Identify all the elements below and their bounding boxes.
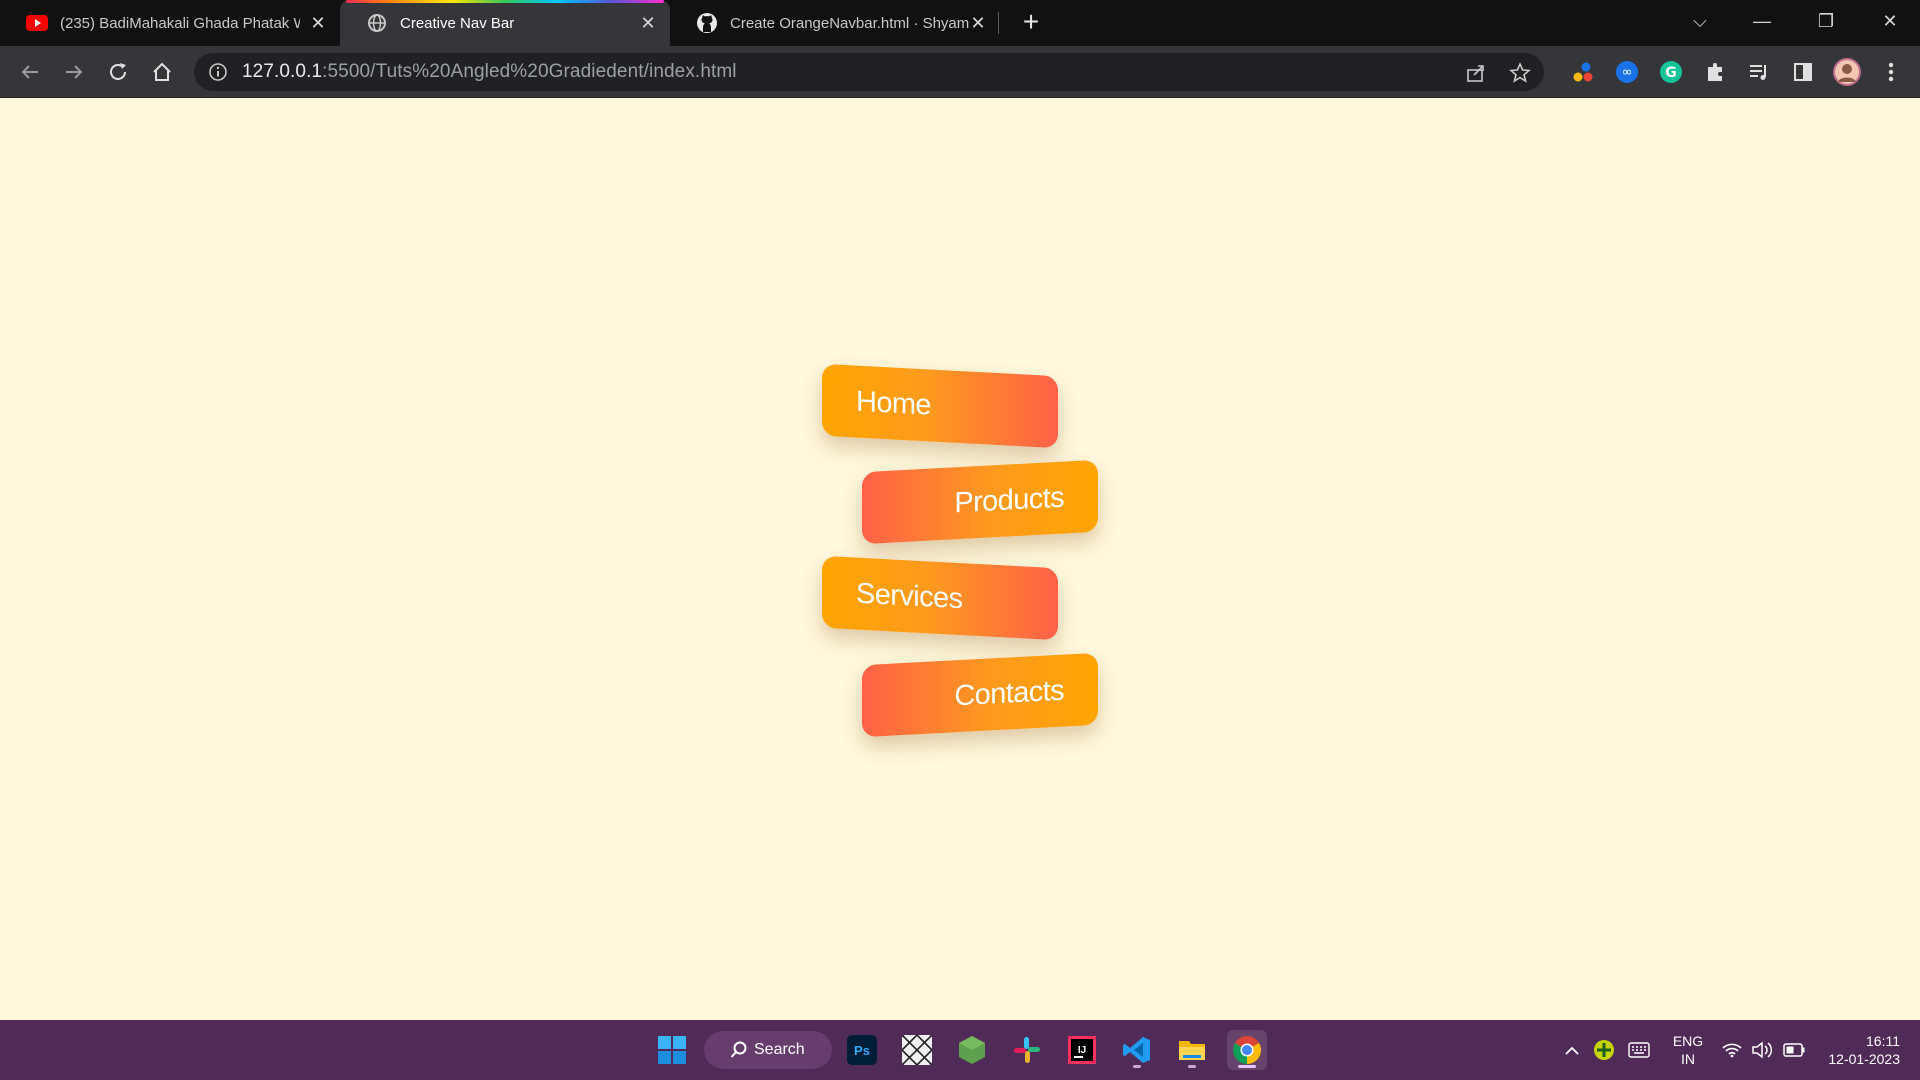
- wifi-icon[interactable]: [1718, 1030, 1746, 1070]
- url-host: 127.0.0.1: [242, 61, 323, 82]
- share-icon[interactable]: [1464, 61, 1488, 85]
- close-tab-icon[interactable]: ✕: [968, 13, 988, 33]
- forward-arrow-icon[interactable]: [60, 58, 88, 86]
- region-code: IN: [1681, 1051, 1695, 1067]
- menu-kebab-icon[interactable]: [1876, 57, 1906, 87]
- url-path: :5500/Tuts%20Angled%20Gradiedent/index.h…: [322, 61, 737, 82]
- show-hidden-icons-chevron-icon[interactable]: [1560, 1030, 1584, 1070]
- browser-titlebar: (235) BadiMahakali Ghada Phatak W ✕ Crea…: [0, 0, 1920, 46]
- url-text: 127.0.0.1:5500/Tuts%20Angled%20Gradieden…: [242, 61, 737, 83]
- profile-avatar[interactable]: [1832, 57, 1862, 87]
- browser-toolbar: 127.0.0.1:5500/Tuts%20Angled%20Gradieden…: [0, 46, 1920, 98]
- input-language[interactable]: ENG IN: [1668, 1032, 1708, 1068]
- minimize-icon[interactable]: —: [1742, 8, 1782, 34]
- page-content: Home Products Services Contacts: [0, 98, 1920, 1020]
- chrome-icon[interactable]: [1227, 1030, 1267, 1070]
- extension-infinity-icon[interactable]: ∞: [1612, 57, 1642, 87]
- tab-youtube[interactable]: (235) BadiMahakali Ghada Phatak W ✕: [0, 0, 340, 46]
- nav-contacts-button[interactable]: Contacts: [862, 652, 1098, 738]
- nav-services-button[interactable]: Services: [822, 555, 1058, 641]
- new-tab-button[interactable]: +: [1016, 8, 1046, 38]
- nav-products-button[interactable]: Products: [862, 459, 1098, 545]
- slack-icon[interactable]: [1007, 1030, 1047, 1070]
- clock-time: 16:11: [1866, 1033, 1900, 1049]
- tab-separator: [998, 12, 999, 34]
- close-tab-icon[interactable]: ✕: [308, 13, 328, 33]
- battery-icon[interactable]: [1780, 1030, 1808, 1070]
- search-label: Search: [754, 1041, 805, 1058]
- tab-title: Creative Nav Bar: [400, 14, 515, 32]
- globe-icon: [366, 12, 388, 34]
- side-panel-icon[interactable]: [1788, 57, 1818, 87]
- media-queue-icon[interactable]: [1744, 57, 1774, 87]
- grammarly-icon[interactable]: G: [1656, 57, 1686, 87]
- language-code: ENG: [1672, 1033, 1704, 1049]
- file-explorer-icon[interactable]: [1172, 1030, 1212, 1070]
- close-window-icon[interactable]: ✕: [1870, 8, 1910, 34]
- nodejs-icon[interactable]: [952, 1030, 992, 1070]
- tab-github[interactable]: Create OrangeNavbar.html · Shyam ✕: [670, 0, 1000, 46]
- app-pattern-icon[interactable]: [897, 1030, 937, 1070]
- tab-creative-nav-bar[interactable]: Creative Nav Bar ✕: [340, 0, 670, 46]
- svg-text:IJ: IJ: [1078, 1045, 1086, 1056]
- search-icon: [730, 1041, 748, 1064]
- home-icon[interactable]: [148, 58, 176, 86]
- youtube-icon: [26, 12, 48, 34]
- bookmark-star-icon[interactable]: [1508, 61, 1532, 85]
- running-indicator: [1133, 1065, 1141, 1068]
- keyboard-icon[interactable]: [1622, 1030, 1656, 1070]
- github-icon: [696, 12, 718, 34]
- volume-icon[interactable]: [1748, 1030, 1776, 1070]
- extensions-puzzle-icon[interactable]: [1700, 57, 1730, 87]
- nav-home-button[interactable]: Home: [822, 363, 1058, 449]
- close-tab-icon[interactable]: ✕: [638, 13, 658, 33]
- windows-start-icon[interactable]: [652, 1030, 692, 1070]
- intellij-icon[interactable]: IJ: [1062, 1030, 1102, 1070]
- system-clock[interactable]: 16:11 12-01-2023: [1816, 1032, 1900, 1068]
- tray-app-icon[interactable]: [1590, 1030, 1618, 1070]
- extension-dots-icon[interactable]: [1568, 57, 1598, 87]
- back-arrow-icon[interactable]: [16, 58, 44, 86]
- tab-title: Create OrangeNavbar.html · Shyam: [730, 14, 970, 32]
- windows-taskbar: Search Ps IJ ENG IN 16:11 12-01-2023: [0, 1020, 1920, 1080]
- photoshop-icon[interactable]: Ps: [842, 1030, 882, 1070]
- taskbar-search-button[interactable]: Search: [704, 1031, 832, 1069]
- running-indicator: [1238, 1065, 1256, 1068]
- svg-text:Ps: Ps: [854, 1043, 870, 1058]
- tab-title: (235) BadiMahakali Ghada Phatak W: [60, 14, 300, 32]
- vscode-icon[interactable]: [1117, 1030, 1157, 1070]
- svg-text:G: G: [1665, 65, 1677, 81]
- running-indicator: [1188, 1065, 1196, 1068]
- reload-icon[interactable]: [104, 58, 132, 86]
- info-icon[interactable]: [208, 62, 228, 82]
- address-bar[interactable]: 127.0.0.1:5500/Tuts%20Angled%20Gradieden…: [194, 53, 1544, 91]
- restore-icon[interactable]: ❐: [1806, 8, 1846, 34]
- svg-text:∞: ∞: [1622, 65, 1633, 80]
- tab-search-chevron-icon[interactable]: ⌵: [1680, 8, 1720, 34]
- clock-date: 12-01-2023: [1828, 1051, 1900, 1067]
